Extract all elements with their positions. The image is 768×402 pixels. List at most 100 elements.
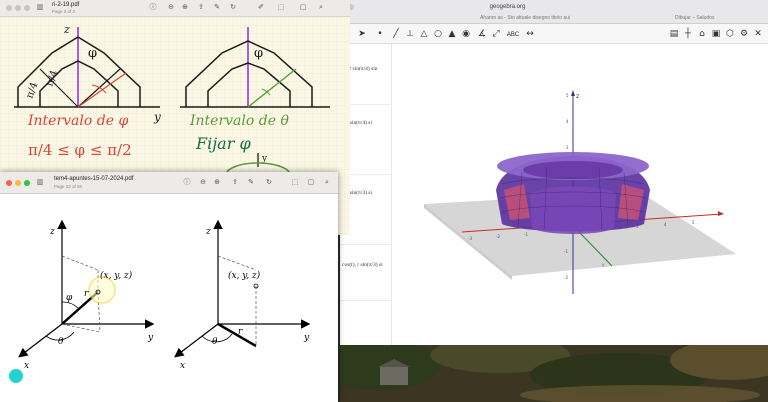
search-icon[interactable]: ⌕	[322, 178, 332, 187]
phi-inequality: π/4 ≤ φ ≤ π/2	[28, 141, 132, 159]
shell-inner-top	[523, 161, 623, 179]
crop-icon[interactable]: ⬚	[276, 3, 286, 12]
window-close-button[interactable]	[6, 5, 12, 11]
polygon-tool-icon[interactable]: △	[418, 28, 430, 40]
z-label: z	[49, 227, 55, 237]
form-icon[interactable]: ▢	[306, 178, 316, 187]
z-tick-label: 5	[566, 93, 569, 98]
browser-toolbar: geogebra.org Aharon as - Sto attuale dis…	[340, 0, 768, 24]
geogebra-toolbar: ➤ • ╱ ⟂ △ ○ ▲ ◉ ∡ ⤢ ABC ↔ ▤ ┼ ⌂ ▣ ⬡ ⚙ ✕	[340, 24, 768, 44]
slider-tool-icon[interactable]: ↔	[524, 28, 536, 40]
y-label: y	[147, 333, 154, 343]
form-icon[interactable]: ▢	[298, 3, 308, 12]
axis-label-y: y	[153, 110, 161, 124]
move-tool-icon[interactable]: ➤	[356, 28, 368, 40]
reflect-tool-icon[interactable]: ⤢	[490, 28, 502, 40]
inner-shell-surface	[530, 186, 616, 234]
sphere-tool-icon[interactable]: ◉	[460, 28, 472, 40]
window-zoom-button[interactable]	[24, 180, 30, 186]
interval-phi-label: Intervalo de φ	[27, 113, 128, 129]
interval-theta-label: Intervalo de θ	[189, 113, 289, 129]
home-icon[interactable]: ⌂	[696, 28, 708, 40]
pdf-viewer-window: ▥ tem4-apuntes-15-07-2024.pdf Page 22 of…	[0, 172, 338, 402]
rotate-icon[interactable]: ↻	[228, 3, 238, 12]
x-axis-arrow	[718, 211, 724, 216]
zoom-in-icon[interactable]: ⊕	[180, 3, 190, 12]
settings-icon[interactable]: ⚙	[738, 28, 750, 40]
phi-symbol: φ	[254, 46, 263, 61]
x-tick-label: -1	[524, 232, 528, 237]
photo-building	[380, 367, 408, 385]
z-axis-arrow	[571, 90, 575, 96]
zoom-in-icon[interactable]: ⊕	[212, 178, 222, 187]
point-label: (x, y, z)	[228, 270, 261, 281]
browser-tab[interactable]: Aharon as - Sto attuale disegno titolo a…	[480, 15, 630, 24]
axes-toggle-icon[interactable]: ┼	[682, 28, 694, 40]
fix-phi-label: Fijar φ	[195, 134, 251, 153]
graphics-3d-view[interactable]: z 5 4 3 2 1 -1 -2 -3 -2 -1 1 2 3 4 5 y	[392, 44, 768, 345]
search-icon[interactable]: ⌕	[316, 3, 326, 12]
x-tick-label: -2	[496, 234, 500, 239]
point-label: (x, y, z)	[100, 270, 133, 281]
background-photo	[340, 345, 768, 402]
view-cube-icon[interactable]: ▣	[710, 28, 722, 40]
sidebar-icon[interactable]: ▥	[34, 3, 46, 12]
divider	[340, 244, 392, 245]
info-icon[interactable]: ⓘ	[148, 3, 158, 12]
x-label: x	[180, 361, 185, 371]
circle-tool-icon[interactable]: ○	[432, 28, 444, 40]
sidebar-icon[interactable]: ▥	[34, 178, 46, 187]
markup-icon[interactable]: ✎	[246, 178, 256, 187]
perpendicular-tool-icon[interactable]: ⟂	[404, 28, 416, 40]
point-tool-icon[interactable]: •	[374, 28, 386, 40]
pdf-titlebar: ▥ tem4-apuntes-15-07-2024.pdf Page 22 of…	[0, 172, 338, 194]
window-minimize-button[interactable]	[15, 5, 21, 11]
cursor-dot	[9, 369, 23, 383]
z-tick-label: -2	[564, 275, 568, 280]
z-axis-label: z	[576, 93, 579, 100]
browser-window: geogebra.org Aharon as - Sto attuale dis…	[340, 0, 768, 345]
window-zoom-button[interactable]	[24, 5, 30, 11]
theta-label: θ	[58, 337, 64, 347]
markup-icon[interactable]: ✎	[212, 3, 222, 12]
axis-label-z: z	[63, 23, 70, 36]
x-tick-label: -3	[468, 236, 472, 241]
phi-label: φ	[66, 293, 73, 303]
notes-title: ri-2-19.pdf	[52, 2, 80, 8]
share-icon[interactable]: ⇪	[196, 3, 206, 12]
close-view-icon[interactable]: ✕	[752, 28, 764, 40]
algebra-row[interactable]: cos(t), r sin(π/3) si	[342, 262, 392, 268]
crop-icon[interactable]: ⬚	[290, 178, 300, 187]
zoom-out-icon[interactable]: ⊖	[166, 3, 176, 12]
pdf-page-figure: z y x (x, y, z) φ θ r z y x (x, y, z) θ …	[0, 194, 338, 402]
z-label: z	[205, 227, 211, 237]
plane-toggle-icon[interactable]: ⬡	[724, 28, 736, 40]
info-icon[interactable]: ⓘ	[182, 178, 192, 187]
window-close-button[interactable]	[6, 180, 12, 186]
text-tool-button[interactable]: ABC	[504, 29, 522, 41]
address-bar[interactable]: geogebra.org	[460, 4, 555, 14]
share-icon[interactable]: ⇪	[230, 178, 240, 187]
x-label: x	[24, 361, 29, 371]
z-tick-label: 3	[566, 145, 569, 150]
z-tick-label: 4	[566, 119, 569, 124]
window-minimize-button[interactable]	[15, 180, 21, 186]
theta-label: θ	[212, 337, 218, 347]
r-label: r	[84, 289, 89, 299]
graphics-view-icon[interactable]: ▤	[668, 28, 680, 40]
pdf-title: tem4-apuntes-15-07-2024.pdf	[54, 176, 134, 182]
line-tool-icon[interactable]: ╱	[390, 28, 402, 40]
highlight-icon[interactable]: ✐	[256, 3, 266, 12]
rotate-icon[interactable]: ↻	[264, 178, 274, 187]
r-label: r	[238, 327, 243, 337]
z-tick-label: -1	[564, 249, 568, 254]
notes-page-indicator: Page 3 of 3	[52, 9, 76, 14]
pdf-page-indicator: Page 22 of 36	[54, 184, 83, 189]
angle-tool-icon[interactable]: ∡	[476, 28, 488, 40]
browser-tab[interactable]: Dibujar – Saludos	[675, 15, 755, 24]
divider	[340, 300, 392, 301]
phi-symbol: φ	[88, 46, 97, 61]
pyramid-tool-icon[interactable]: ▲	[446, 28, 458, 40]
notes-titlebar: ▥ ri-2-19.pdf Page 3 of 3 ⓘ ⊖ ⊕ ⇪ ✎ ↻ ✐ …	[0, 0, 350, 17]
zoom-out-icon[interactable]: ⊖	[198, 178, 208, 187]
